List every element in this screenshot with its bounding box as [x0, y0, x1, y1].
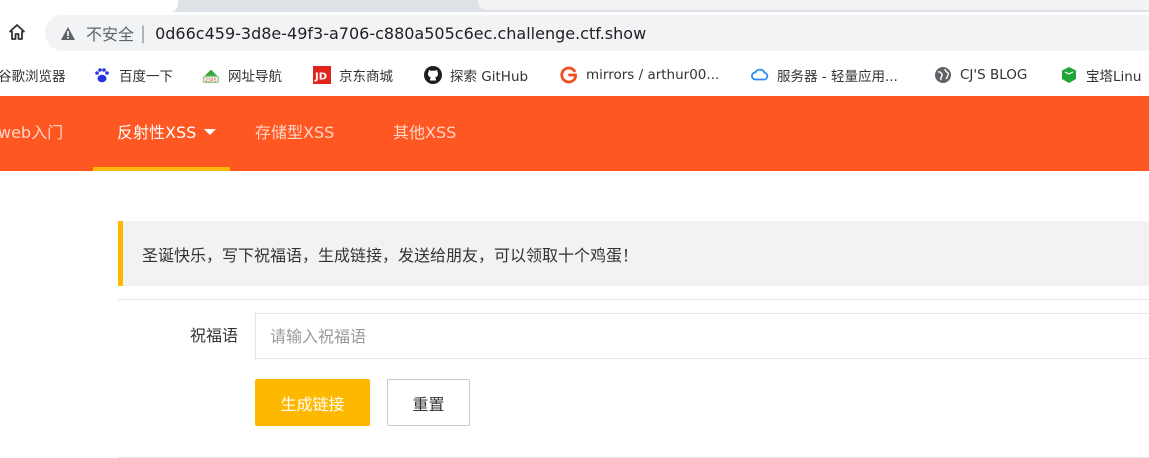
greeting-input[interactable] [255, 313, 1149, 359]
generate-link-button[interactable]: 生成链接 [255, 379, 370, 426]
nav-item-label: 反射性XSS [117, 123, 197, 142]
baidu-paw-icon [93, 66, 111, 84]
divider [118, 299, 1149, 300]
nav-item-other-xss[interactable]: 其他XSS [393, 96, 456, 171]
svg-text:2345: 2345 [205, 77, 217, 83]
bookmark-label: mirrors / arthur00... [586, 66, 720, 83]
bookmark-jd[interactable]: JD 京东商城 [313, 61, 393, 89]
bookmark-label: 谷歌浏览器 [0, 68, 66, 85]
bookmark-label: CJ'S BLOG [960, 66, 1028, 83]
bookmark-mirrors[interactable]: mirrors / arthur00... [560, 61, 719, 89]
nav-item-web-intro[interactable]: web入门 [0, 96, 63, 171]
reset-button[interactable]: 重置 [387, 379, 470, 426]
omnibox[interactable]: 不安全 | 0d66c459-3d8e-49f3-a706-c880a505c6… [45, 15, 1149, 51]
bookmark-cj-blog[interactable]: CJ'S BLOG [934, 61, 1027, 89]
hao123-icon: 2345 [202, 66, 220, 84]
omnibox-separator: | [140, 22, 147, 44]
bookmark-hao123[interactable]: 2345 网址导航 [202, 61, 282, 89]
svg-text:JD: JD [314, 71, 327, 82]
warning-icon[interactable] [60, 25, 76, 41]
bookmark-server[interactable]: 服务器 - 轻量应用... [751, 61, 898, 89]
bookmark-bt[interactable]: 宝塔Linu [1060, 61, 1141, 89]
browser-tab-active[interactable] [0, 0, 178, 12]
nav-item-reflected-xss[interactable]: 反射性XSS [117, 96, 217, 171]
browser-tab-strip [0, 0, 1149, 12]
github-icon [424, 65, 442, 84]
bookmark-github[interactable]: 探索 GitHub [424, 61, 528, 89]
bookmark-label: 百度一下 [119, 68, 173, 85]
bookmark-label: 京东商城 [339, 68, 393, 85]
cloud-icon [751, 66, 769, 84]
url-text[interactable]: 0d66c459-3d8e-49f3-a706-c880a505c6ec.cha… [155, 24, 646, 43]
top-nav: web入门 反射性XSS 存储型XSS 其他XSS [0, 96, 1149, 171]
bookmark-label: 服务器 - 轻量应用... [777, 68, 898, 85]
bookmark-label: 网址导航 [228, 68, 282, 85]
globe-icon [934, 66, 952, 84]
browser-tab-other[interactable] [478, 0, 1149, 10]
gitcode-g-icon [560, 66, 578, 84]
insecure-label[interactable]: 不安全 [86, 21, 134, 45]
bookmark-chrome[interactable]: 谷歌浏览器 [0, 61, 66, 89]
nav-active-indicator [93, 167, 230, 171]
nav-item-stored-xss[interactable]: 存储型XSS [255, 96, 334, 171]
bookmark-label: 宝塔Linu [1086, 68, 1142, 85]
notice-text: 圣诞快乐，写下祝福语，生成链接，发送给朋友，可以领取十个鸡蛋！ [142, 245, 639, 265]
notice-quote: 圣诞快乐，写下祝福语，生成链接，发送给朋友，可以领取十个鸡蛋！ [118, 221, 1149, 286]
address-bar-row: 不安全 | 0d66c459-3d8e-49f3-a706-c880a505c6… [0, 12, 1149, 54]
home-icon[interactable] [6, 20, 28, 44]
bookmark-baidu[interactable]: 百度一下 [93, 61, 173, 89]
bt-icon [1060, 66, 1078, 84]
greeting-label: 祝福语 [189, 326, 238, 345]
bookmarks-bar: 谷歌浏览器 百度一下 2345 网址导航 JD 京东商城 探索 GitHub m… [0, 54, 1149, 95]
bookmark-label: 探索 GitHub [450, 68, 529, 85]
jd-icon: JD [313, 65, 331, 84]
caret-down-icon [204, 128, 217, 135]
